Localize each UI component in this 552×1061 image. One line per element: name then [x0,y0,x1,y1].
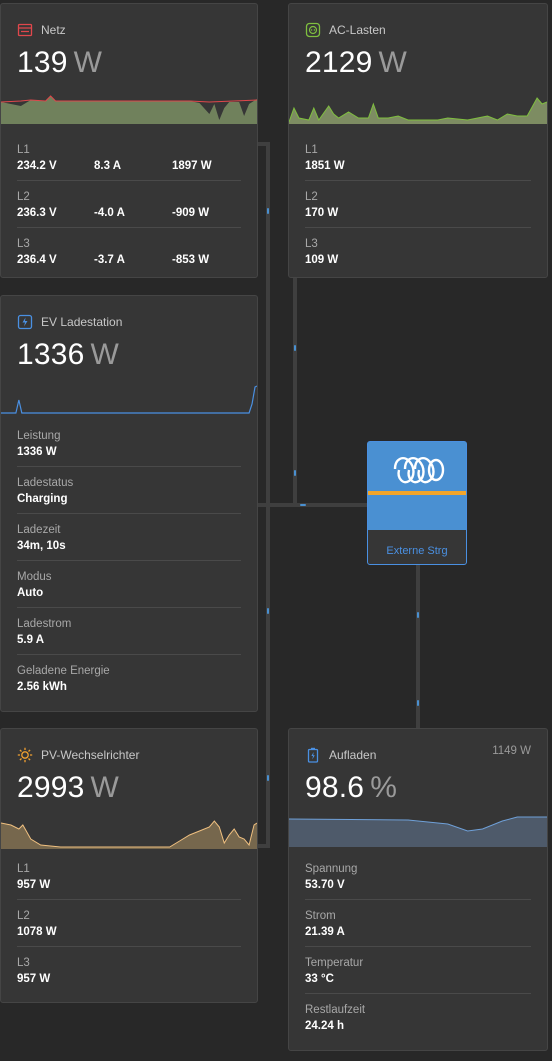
pv-inverter-card[interactable]: PV-Wechselrichter 2993 W L1 957 W L2 1078 W… [0,728,258,1003]
battery-strom: Strom 21.39 A [305,900,531,947]
battery-spannung: Spannung 53.70 V [305,853,531,900]
ev-sparkline [1,385,257,414]
ac-loads-card[interactable]: AC-Lasten 2129 W L1 1851 W L2 170 W L3 109 W [288,3,548,278]
grid-phase-l3: L3 236.4 V -3.7 A -853 W [17,238,210,266]
battery-title: Aufladen [329,748,377,762]
ac-loads-phase-list: L1 1851 W L2 170 W L3 109 W [305,134,531,275]
ac-loads-sparkline [289,97,547,124]
socket-icon [305,22,321,38]
pv-sparkline [1,820,257,849]
ac-loads-title: AC-Lasten [329,23,386,37]
ev-leistung: Leistung 1336 W [17,420,241,467]
pv-phase-list: L1 957 W L2 1078 W L3 957 W [17,853,241,994]
battery-card[interactable]: Aufladen 1149 W 98.6% Spannung 53.70 V St… [288,728,548,1051]
ac-phase-l2: L2 170 W [305,181,531,228]
ev-detail-list: Leistung 1336 W Ladestatus Charging Ladeze… [17,420,241,702]
ev-charger-card[interactable]: EV Ladestation 1336 W Leistung 1336 W Lade… [0,295,258,712]
grid-icon [17,22,33,38]
grid-title: Netz [41,23,66,37]
ac-phase-l1: L1 1851 W [305,134,531,181]
battery-soc: 98.6% [305,771,398,804]
ev-ladestatus: Ladestatus Charging [17,467,241,514]
inverter-label: Externe Strg [386,545,448,557]
sun-icon [17,747,33,763]
battery-power: 1149 W [492,745,531,757]
ev-geladene-energie: Geladene Energie 2.56 kWh [17,665,110,693]
grid-sparkline [1,95,257,124]
grid-phase-l2: L2 236.3 V -4.0 A -909 W [17,181,241,228]
pv-phase-l1: L1 957 W [17,853,241,900]
battery-detail-list: Spannung 53.70 V Strom 21.39 A Temperatur 3… [305,853,531,1041]
pv-phase-l3: L3 957 W [17,957,51,985]
inverter-stripe [368,491,466,495]
pv-power: 2993 W [17,771,120,804]
grid-power: 139 W [17,46,103,79]
ev-charger-title: EV Ladestation [41,315,123,329]
pv-phase-l2: L2 1078 W [17,900,241,947]
battery-icon [305,747,321,763]
battery-restlaufzeit: Restlaufzeit 24.24 h [305,1004,366,1032]
ev-ladestrom: Ladestrom 5.9 A [17,608,241,655]
ac-phase-l3: L3 109 W [305,238,339,266]
battery-sparkline [289,816,547,847]
ev-ladezeit: Ladezeit 34m, 10s [17,514,241,561]
grid-card[interactable]: Netz 139 W L1 234.2 V 8.3 A 1897 W L2 236… [0,3,258,278]
battery-temperatur: Temperatur 33 °C [305,947,531,994]
grid-phase-l1: L1 234.2 V 8.3 A 1897 W [17,134,241,181]
victron-logo [389,452,447,491]
grid-phase-list: L1 234.2 V 8.3 A 1897 W L2 236.3 V -4.0 … [17,134,241,275]
ev-charger-icon [17,314,33,330]
inverter-header [368,442,466,530]
ev-modus: Modus Auto [17,561,241,608]
ac-loads-power: 2129 W [305,46,408,79]
pv-title: PV-Wechselrichter [41,748,140,762]
ev-charger-power: 1336 W [17,338,120,371]
inverter-tile[interactable]: Externe Strg [367,441,467,565]
